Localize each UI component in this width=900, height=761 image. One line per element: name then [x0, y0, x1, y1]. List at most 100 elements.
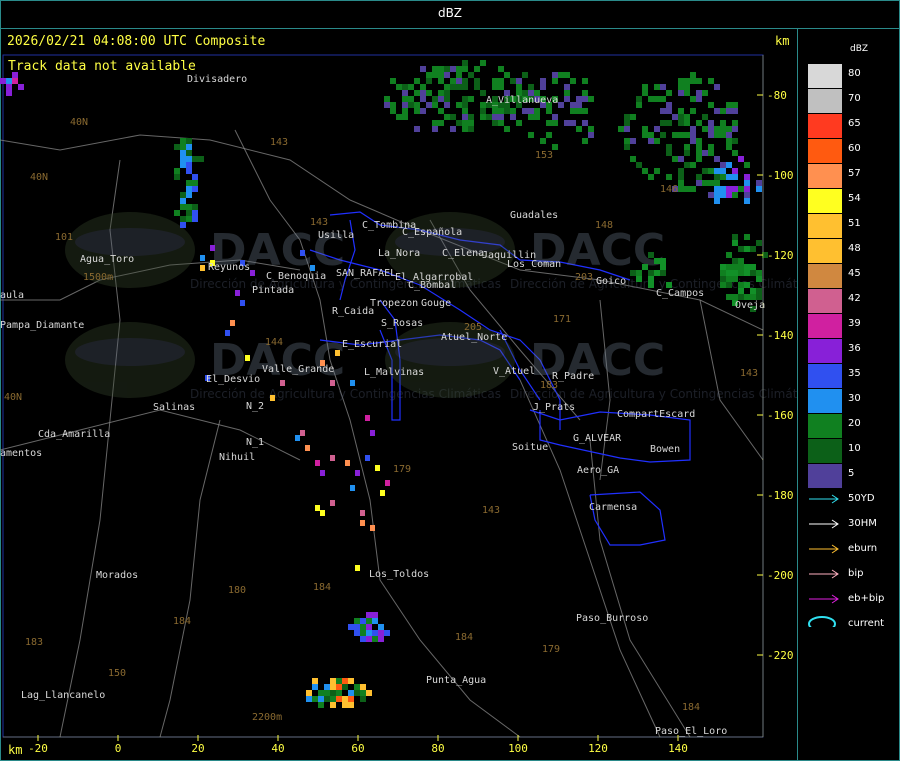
legend-value: 45	[848, 268, 861, 279]
radar-map[interactable]: DACCDirección de Agricultura y Contingen…	[0, 0, 797, 761]
legend-swatch	[808, 264, 842, 288]
storm-cell	[330, 500, 335, 506]
echo-north-2	[522, 72, 594, 150]
place-label: SAN_RAFAEL	[336, 268, 396, 279]
legend-track-current[interactable]: current	[808, 616, 893, 632]
legend-swatch	[808, 464, 842, 488]
legend-value: 57	[848, 168, 861, 179]
place-label: Pampa_Diamante	[0, 320, 84, 331]
place-label: J_Prats	[533, 402, 575, 413]
legend-swatch	[808, 189, 842, 213]
storm-cell	[370, 430, 375, 436]
grid-label: 40N	[70, 117, 88, 128]
y-axis: -80 -100 -120 -140 -160 -180 -200 -220	[757, 89, 794, 662]
place-label: Valle_Grande	[262, 364, 334, 375]
legend-swatch	[808, 89, 842, 113]
legend-swatch	[808, 389, 842, 413]
x-tick-label: 80	[431, 742, 444, 755]
place-label: Goico	[596, 276, 626, 287]
x-tick-label: 140	[668, 742, 688, 755]
echo-corner	[0, 72, 24, 96]
place-label: Morados	[96, 570, 138, 581]
storm-cell	[200, 265, 205, 271]
x-axis: -20 0 20 40 60 80 100 120 140	[28, 735, 688, 755]
place-label: C_Campos	[656, 288, 704, 299]
storm-cell	[300, 250, 305, 256]
storm-cell	[315, 460, 320, 466]
legend-value: 20	[848, 418, 861, 429]
convective-cells	[200, 245, 390, 571]
district-boundary	[589, 491, 666, 546]
track-notice: Track data not available	[8, 59, 196, 74]
place-label: La_Nora	[378, 248, 420, 259]
storm-cell	[345, 460, 350, 466]
place-label: Los_Toldos	[369, 569, 429, 580]
place-label: Usilla	[318, 230, 354, 241]
place-label: Bowen	[650, 444, 680, 455]
place-label: Tropezon	[370, 298, 418, 309]
legend-track-label: current	[848, 618, 885, 629]
place-label: Lag_Llancanelo	[21, 690, 105, 701]
storm-cell	[380, 490, 385, 496]
legend-track-ebbip[interactable]: eb+bip	[808, 593, 893, 607]
legend-value: 42	[848, 293, 861, 304]
place-label: Paso_Burroso	[576, 613, 648, 624]
place-label: G_ALVEAR	[573, 433, 622, 444]
storm-cell	[365, 455, 370, 461]
place-label: Carmensa	[589, 502, 637, 513]
storm-cell	[235, 290, 240, 296]
legend-swatch	[808, 289, 842, 313]
legend-swatch	[808, 314, 842, 338]
grid-label: 143	[310, 217, 328, 228]
place-label: C_Bombal	[408, 280, 456, 291]
storm-cell	[350, 485, 355, 491]
x-tick-label: 20	[191, 742, 204, 755]
place-label: El_Desvio	[206, 374, 260, 385]
place-label: Guadales	[510, 210, 558, 221]
panel-divider	[797, 28, 798, 761]
place-label: V_Atuel	[493, 366, 535, 377]
place-label: Oveja	[735, 300, 765, 311]
legend-swatch	[808, 214, 842, 238]
y-tick-label: -120	[767, 249, 794, 262]
place-label: N_1	[246, 437, 264, 448]
place-label: A_Villanueva	[486, 95, 558, 106]
legend-value: 39	[848, 318, 861, 329]
storm-cell	[355, 565, 360, 571]
place-label: Nihuil	[219, 452, 255, 463]
place-label: L_Malvinas	[364, 367, 424, 378]
legend-track-30hm[interactable]: 30HM	[808, 518, 893, 532]
x-tick-label: 60	[351, 742, 364, 755]
grid-label: 146	[660, 184, 678, 195]
legend-swatch	[808, 114, 842, 138]
place-label: E_Escurial	[342, 339, 402, 350]
storm-cell	[305, 445, 310, 451]
storm-cell	[295, 435, 300, 441]
legend-track-bip[interactable]: bip	[808, 568, 893, 582]
place-label: Paso_El_Loro	[655, 726, 727, 737]
echo-south	[348, 612, 390, 642]
x-tick-label: 100	[508, 742, 528, 755]
grid-label: 184	[682, 702, 700, 713]
place-label: Atuel_Norte	[441, 332, 507, 343]
grid-label: 183	[25, 637, 43, 648]
y-tick-label: -200	[767, 569, 794, 582]
place-label: CompartEscard	[617, 409, 695, 420]
y-tick-label: -140	[767, 329, 794, 342]
x-tick-label: 0	[115, 742, 122, 755]
x-tick-label: 40	[271, 742, 284, 755]
legend-swatch	[808, 164, 842, 188]
legend-value: 10	[848, 443, 861, 454]
place-label: Agua_Toro	[80, 254, 134, 265]
x-tick-label: 120	[588, 742, 608, 755]
y-tick-label: -80	[767, 89, 787, 102]
grid-label: 143	[482, 505, 500, 516]
echo-south-2	[306, 678, 372, 708]
place-label: C_Española	[402, 227, 462, 238]
legend-track-eburn[interactable]: eburn	[808, 543, 893, 557]
road-line	[699, 299, 764, 461]
y-tick-label: -180	[767, 489, 794, 502]
storm-cell	[210, 245, 215, 251]
legend-swatch	[808, 364, 842, 388]
legend-track-50yd[interactable]: 50YD	[808, 493, 893, 507]
